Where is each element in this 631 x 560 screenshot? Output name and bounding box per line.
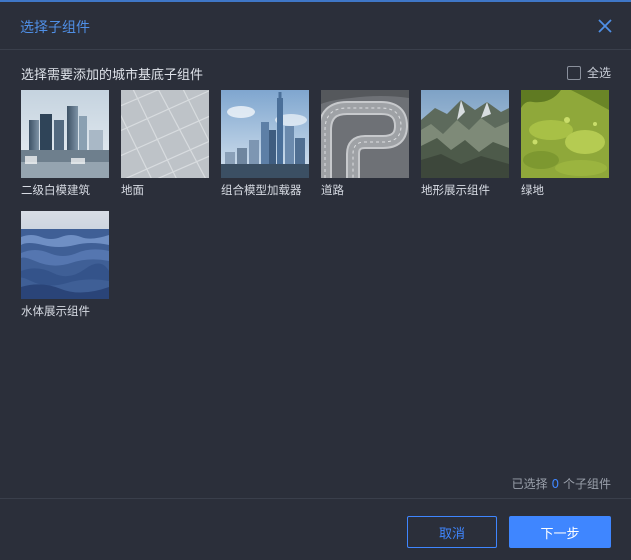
checkbox-box[interactable] [566, 65, 581, 80]
component-card-white-model-buildings[interactable]: 二级白模建筑 [21, 90, 111, 198]
component-card-water[interactable]: 水体展示组件 [21, 211, 111, 319]
dialog-header: 选择子组件 [0, 2, 631, 50]
city-model-loader-thumbnail [221, 90, 309, 178]
component-label: 组合模型加载器 [221, 183, 302, 197]
select-all-checkbox[interactable]: 全选 [566, 64, 611, 81]
white-model-buildings-thumbnail [21, 90, 109, 178]
component-label: 水体展示组件 [21, 304, 90, 318]
summary-prefix: 已选择 [511, 477, 548, 491]
dialog-title: 选择子组件 [20, 20, 90, 36]
component-label: 地形展示组件 [421, 183, 490, 197]
component-card-ground[interactable]: 地面 [121, 90, 211, 198]
green-land-thumbnail [521, 90, 609, 178]
mountain-terrain-thumbnail [421, 90, 509, 178]
next-step-button[interactable]: 下一步 [509, 516, 611, 548]
component-label: 绿地 [521, 183, 544, 197]
road-thumbnail [321, 90, 409, 178]
component-card-terrain[interactable]: 地形展示组件 [421, 90, 511, 198]
component-label: 二级白模建筑 [21, 183, 90, 197]
cancel-button[interactable]: 取消 [407, 516, 497, 548]
close-icon [598, 19, 612, 33]
summary-suffix: 个子组件 [562, 477, 611, 491]
selected-count: 0 [551, 477, 560, 491]
component-label: 地面 [121, 183, 144, 197]
footer-divider [0, 498, 631, 499]
select-subcomponent-dialog: 选择子组件 选择需要添加的城市基底子组件 全选 二级白模建筑 地面 组合模型加载… [0, 0, 631, 560]
ground-tiles-thumbnail [121, 90, 209, 178]
component-label: 道路 [321, 183, 344, 197]
select-all-label: 全选 [586, 66, 611, 80]
water-surface-thumbnail [21, 211, 109, 299]
component-card-model-loader[interactable]: 组合模型加载器 [221, 90, 311, 198]
selection-summary: 已选择 0 个子组件 [512, 475, 611, 492]
section-title: 选择需要添加的城市基底子组件 [21, 68, 204, 83]
component-card-road[interactable]: 道路 [321, 90, 411, 198]
component-card-green-land[interactable]: 绿地 [521, 90, 611, 198]
close-button[interactable] [595, 16, 615, 36]
